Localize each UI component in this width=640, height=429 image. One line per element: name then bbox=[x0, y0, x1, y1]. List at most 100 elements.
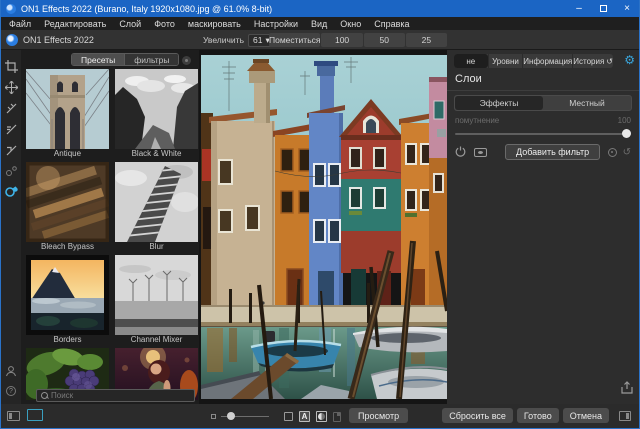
layers-separator bbox=[447, 90, 639, 91]
export-icon[interactable] bbox=[621, 381, 633, 396]
preset-art-antique bbox=[26, 69, 109, 149]
panel-options-icon[interactable] bbox=[182, 56, 191, 65]
fit-button[interactable]: Поместиться bbox=[269, 33, 320, 47]
opacity-slider-track[interactable] bbox=[455, 133, 631, 135]
split-view-icon[interactable] bbox=[316, 411, 327, 422]
opacity-value: 100 bbox=[618, 116, 631, 125]
zoom-value: 61 bbox=[253, 35, 262, 45]
zoom-label: Увеличить bbox=[203, 35, 244, 45]
menu-window[interactable]: Окно bbox=[340, 19, 361, 29]
preset-tile-antique[interactable]: Antique bbox=[26, 69, 109, 159]
opacity-slider-knob[interactable] bbox=[622, 129, 631, 138]
menu-view[interactable]: Вид bbox=[311, 19, 327, 29]
thumb-size-large-icon bbox=[284, 412, 293, 421]
menu-file[interactable]: Файл bbox=[9, 19, 31, 29]
preset-label: Antique bbox=[26, 149, 109, 159]
toolbar-branding: ON1 Effects 2022 bbox=[6, 30, 94, 50]
menu-edit[interactable]: Редактировать bbox=[44, 19, 106, 29]
help-icon[interactable]: ? bbox=[6, 386, 16, 396]
preset-tile-blur[interactable]: Blur bbox=[115, 162, 198, 252]
tab-effects[interactable]: Эффекты bbox=[455, 96, 543, 110]
add-filter-button[interactable]: Добавить фильтр bbox=[505, 144, 600, 160]
gradient-mask-tool-icon[interactable] bbox=[4, 164, 18, 178]
zoom-25-button[interactable]: 25 bbox=[406, 33, 447, 47]
filter-controls-row: Добавить фильтр ↺ bbox=[455, 142, 631, 162]
search-input[interactable] bbox=[51, 391, 190, 400]
move-tool-icon[interactable] bbox=[4, 80, 18, 94]
main-area: ? Пресеты фильтры bbox=[1, 50, 639, 404]
zoom-100-button[interactable]: 100 bbox=[321, 33, 362, 47]
opacity-slider[interactable] bbox=[455, 130, 631, 138]
minimize-button[interactable]: – bbox=[567, 0, 591, 17]
preset-art-channel-mixer bbox=[115, 255, 198, 335]
super-select-tool-icon-active[interactable] bbox=[4, 185, 18, 199]
tool-rail-icons bbox=[1, 50, 21, 199]
thumb-size-small-icon bbox=[211, 414, 216, 419]
maximize-button[interactable] bbox=[591, 0, 615, 17]
tab-local[interactable]: Местный bbox=[543, 96, 631, 110]
menubar: Файл Редактировать Слой Фото маскировать… bbox=[1, 17, 639, 30]
right-panel-toggle-icon[interactable] bbox=[619, 411, 631, 421]
zoom-50-button[interactable]: 50 bbox=[364, 33, 405, 47]
power-icon[interactable] bbox=[455, 146, 466, 159]
reset-all-button[interactable]: Сбросить все bbox=[442, 408, 513, 423]
layers-title: Слои bbox=[455, 73, 482, 85]
bottom-bar: A Просмотр Сбросить все Готово Отмена bbox=[1, 404, 639, 428]
tab-presets[interactable]: Пресеты bbox=[72, 54, 124, 65]
perfect-brush-tool-icon[interactable] bbox=[4, 122, 18, 136]
preset-tile-channel-mixer[interactable]: Channel Mixer bbox=[115, 255, 198, 345]
menu-settings[interactable]: Настройки bbox=[254, 19, 298, 29]
tool-rail: ? bbox=[1, 50, 21, 404]
browse-panel-icon[interactable] bbox=[7, 411, 20, 421]
mask-preview-icon[interactable] bbox=[474, 148, 487, 157]
canvas-image[interactable] bbox=[201, 55, 447, 399]
tool-rail-bottom: ? bbox=[1, 364, 21, 396]
crop-tool-icon[interactable] bbox=[4, 59, 18, 73]
tab-history[interactable]: История ↺ bbox=[572, 54, 613, 68]
thumb-size-knob[interactable] bbox=[227, 412, 235, 420]
menu-photo[interactable]: Фото bbox=[154, 19, 175, 29]
masking-brush-tool-icon[interactable] bbox=[4, 143, 18, 157]
opacity-row: помутнение 100 bbox=[455, 116, 631, 125]
app-window: ON1 Effects 2022 (Burano, Italy 1920x108… bbox=[0, 0, 640, 429]
preview-button[interactable]: Просмотр bbox=[349, 408, 408, 423]
preset-label: Black & White bbox=[115, 149, 198, 159]
mode-tabs: Эффекты Местный bbox=[454, 95, 632, 111]
window-controls: – × bbox=[567, 0, 639, 17]
gear-icon[interactable]: ⚙ bbox=[624, 53, 635, 67]
preset-art-blur bbox=[115, 162, 198, 242]
menu-help[interactable]: Справка bbox=[374, 19, 409, 29]
titlebar: ON1 Effects 2022 (Burano, Italy 1920x108… bbox=[1, 0, 639, 17]
user-account-icon[interactable] bbox=[4, 364, 18, 378]
preset-label: Borders bbox=[26, 335, 109, 345]
soft-proof-icon[interactable] bbox=[333, 412, 341, 422]
tab-info[interactable]: Информация bbox=[522, 54, 572, 68]
tab-history-label: История bbox=[573, 57, 604, 66]
tab-none[interactable]: не bbox=[454, 54, 488, 68]
preset-tile-borders[interactable]: Borders bbox=[26, 255, 109, 345]
preset-search bbox=[36, 389, 195, 402]
opacity-label: помутнение bbox=[455, 116, 499, 125]
adjustment-brush-tool-icon[interactable] bbox=[4, 101, 18, 115]
cancel-button[interactable]: Отмена bbox=[563, 408, 609, 423]
preset-art-bleach-bypass bbox=[26, 162, 109, 242]
tab-levels[interactable]: Уровни bbox=[488, 54, 523, 68]
menu-layer[interactable]: Слой bbox=[119, 19, 141, 29]
done-button[interactable]: Готово bbox=[517, 408, 559, 423]
filmstrip-icon[interactable] bbox=[27, 409, 43, 421]
zoom-controls: Увеличить 61 ▾ bbox=[203, 30, 275, 50]
preset-label: Channel Mixer bbox=[115, 335, 198, 345]
maximize-icon bbox=[600, 5, 607, 12]
preset-tile-black-white[interactable]: Black & White bbox=[115, 69, 198, 159]
undo-icon[interactable]: ↺ bbox=[623, 147, 631, 158]
preset-tile-bleach-bypass[interactable]: Bleach Bypass bbox=[26, 162, 109, 252]
toolbar: ON1 Effects 2022 Увеличить 61 ▾ Поместит… bbox=[1, 30, 639, 50]
preset-label: Blur bbox=[115, 242, 198, 252]
window-title: ON1 Effects 2022 (Burano, Italy 1920x108… bbox=[21, 4, 272, 14]
auto-compare-icon[interactable]: A bbox=[299, 411, 310, 422]
close-button[interactable]: × bbox=[615, 0, 639, 17]
tab-filters[interactable]: фильтры bbox=[124, 54, 178, 65]
reset-circle-icon[interactable] bbox=[608, 148, 617, 157]
menu-mask[interactable]: маскировать bbox=[188, 19, 241, 29]
preset-art-black-white bbox=[115, 69, 198, 149]
